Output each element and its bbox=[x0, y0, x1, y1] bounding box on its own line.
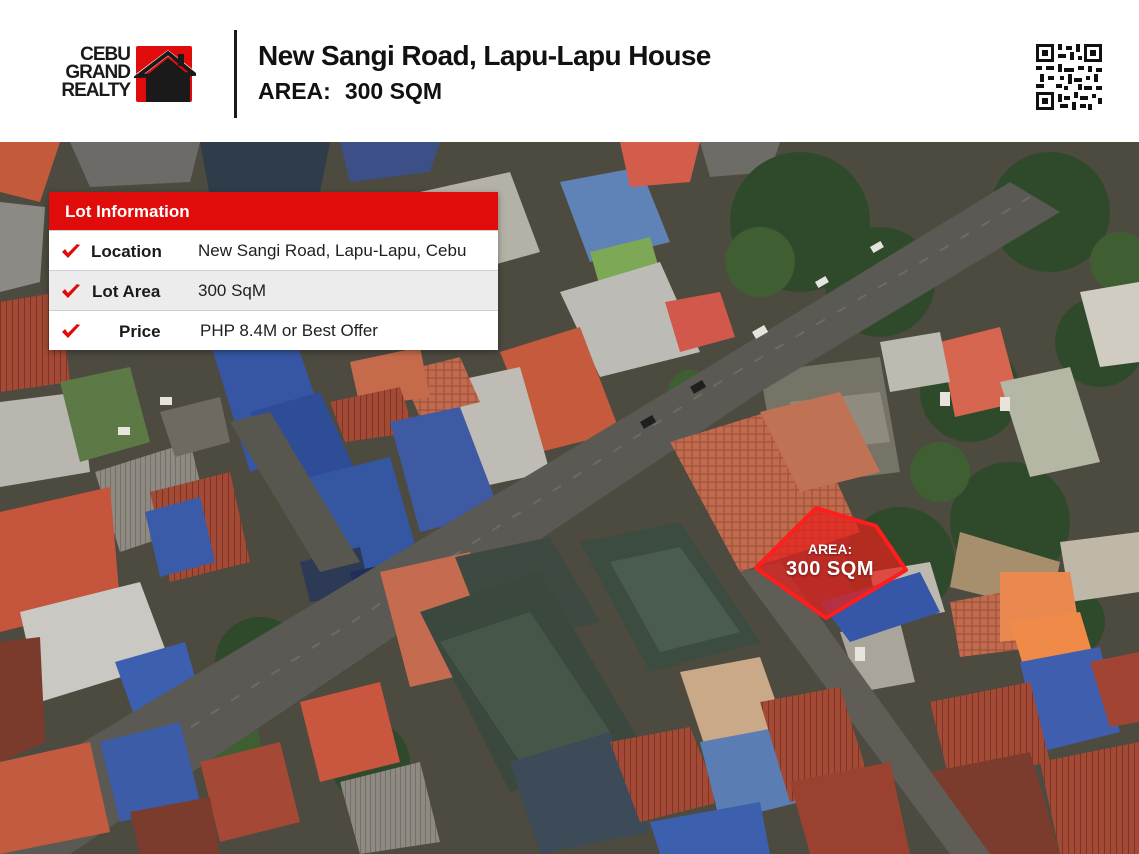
checkmark-icon bbox=[62, 244, 80, 258]
lot-info-row-lot-area: Lot Area 300 SqM bbox=[49, 270, 498, 310]
listing-title: New Sangi Road, Lapu-Lapu House bbox=[258, 40, 711, 71]
listing-area-value: 300 SQM bbox=[344, 78, 442, 104]
lot-area-callout: AREA: 300 SQM bbox=[770, 541, 890, 581]
logo-line-3: REALTY bbox=[61, 80, 131, 101]
location-value: New Sangi Road, Lapu-Lapu, Cebu bbox=[198, 241, 467, 260]
price-label: Price bbox=[119, 322, 161, 341]
header-divider bbox=[234, 30, 237, 118]
listing-area: AREA: 300 SQM bbox=[258, 78, 442, 105]
header-bar: CEBU GRAND REALTY New Sangi Road, Lapu-L… bbox=[0, 0, 1139, 142]
checkmark-icon bbox=[62, 284, 80, 298]
lot-info-row-location: Location New Sangi Road, Lapu-Lapu, Cebu bbox=[49, 230, 498, 270]
callout-area-label: AREA: bbox=[807, 541, 853, 557]
callout-area-value: 300 SQM bbox=[786, 558, 874, 580]
house-logo-icon bbox=[134, 46, 196, 102]
company-logo[interactable]: CEBU GRAND REALTY bbox=[46, 45, 200, 106]
listing-area-label: AREA: bbox=[258, 78, 331, 104]
lot-area-label: Lot Area bbox=[92, 282, 161, 301]
qr-code-icon[interactable] bbox=[1036, 44, 1102, 110]
logo-wordmark: CEBU GRAND REALTY bbox=[46, 45, 131, 101]
price-value: PHP 8.4M or Best Offer bbox=[200, 321, 378, 340]
lot-area-value: 300 SqM bbox=[198, 281, 267, 300]
location-label: Location bbox=[91, 242, 162, 261]
lot-info-row-price: Price PHP 8.4M or Best Offer bbox=[49, 310, 498, 350]
lot-information-heading: Lot Information bbox=[49, 192, 498, 230]
checkmark-icon bbox=[62, 324, 80, 338]
lot-information-panel: Lot Information Location New Sangi Road,… bbox=[49, 192, 498, 350]
